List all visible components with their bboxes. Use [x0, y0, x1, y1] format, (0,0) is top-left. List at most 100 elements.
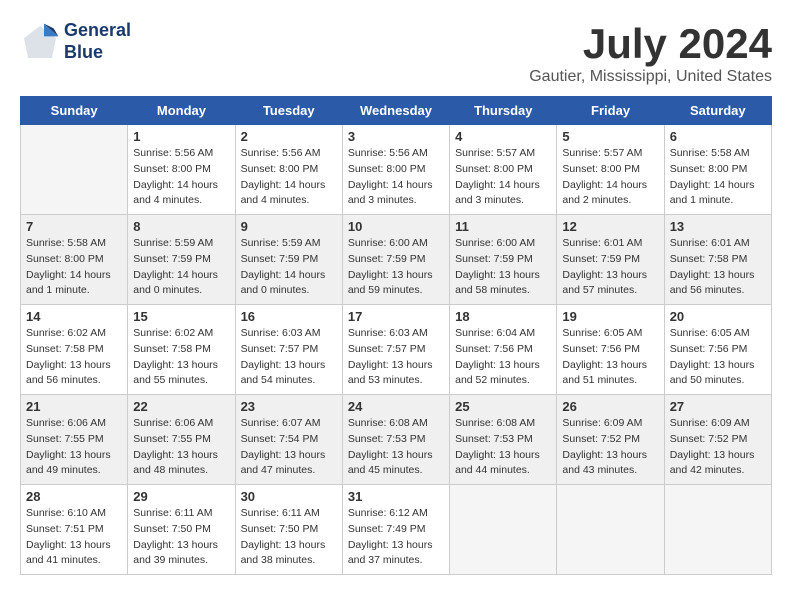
cell-content: Sunrise: 5:56 AMSunset: 8:00 PMDaylight:…	[133, 146, 229, 209]
cell-content: Sunrise: 6:05 AMSunset: 7:56 PMDaylight:…	[670, 326, 766, 389]
cell-content: Sunrise: 6:04 AMSunset: 7:56 PMDaylight:…	[455, 326, 551, 389]
day-number: 4	[455, 129, 551, 144]
cell-content: Sunrise: 6:00 AMSunset: 7:59 PMDaylight:…	[348, 236, 444, 299]
day-header-monday: Monday	[128, 97, 235, 125]
calendar-cell	[21, 125, 128, 215]
calendar-cell: 7 Sunrise: 5:58 AMSunset: 8:00 PMDaylight…	[21, 215, 128, 305]
day-header-tuesday: Tuesday	[235, 97, 342, 125]
calendar-cell	[664, 485, 771, 575]
calendar-cell: 1 Sunrise: 5:56 AMSunset: 8:00 PMDaylight…	[128, 125, 235, 215]
cell-content: Sunrise: 6:06 AMSunset: 7:55 PMDaylight:…	[26, 416, 122, 479]
cell-content: Sunrise: 6:11 AMSunset: 7:50 PMDaylight:…	[133, 506, 229, 569]
day-number: 20	[670, 309, 766, 324]
calendar-cell	[557, 485, 664, 575]
day-number: 3	[348, 129, 444, 144]
day-number: 26	[562, 399, 658, 414]
calendar-cell: 3 Sunrise: 5:56 AMSunset: 8:00 PMDaylight…	[342, 125, 449, 215]
calendar-cell	[450, 485, 557, 575]
day-number: 21	[26, 399, 122, 414]
calendar-cell: 5 Sunrise: 5:57 AMSunset: 8:00 PMDaylight…	[557, 125, 664, 215]
day-number: 31	[348, 489, 444, 504]
calendar-cell: 4 Sunrise: 5:57 AMSunset: 8:00 PMDaylight…	[450, 125, 557, 215]
calendar-cell: 10 Sunrise: 6:00 AMSunset: 7:59 PMDayligh…	[342, 215, 449, 305]
cell-content: Sunrise: 6:09 AMSunset: 7:52 PMDaylight:…	[562, 416, 658, 479]
day-number: 19	[562, 309, 658, 324]
cell-content: Sunrise: 6:11 AMSunset: 7:50 PMDaylight:…	[241, 506, 337, 569]
cell-content: Sunrise: 6:03 AMSunset: 7:57 PMDaylight:…	[241, 326, 337, 389]
day-number: 5	[562, 129, 658, 144]
cell-content: Sunrise: 6:12 AMSunset: 7:49 PMDaylight:…	[348, 506, 444, 569]
cell-content: Sunrise: 5:57 AMSunset: 8:00 PMDaylight:…	[455, 146, 551, 209]
cell-content: Sunrise: 6:07 AMSunset: 7:54 PMDaylight:…	[241, 416, 337, 479]
day-number: 23	[241, 399, 337, 414]
day-number: 24	[348, 399, 444, 414]
logo-line1: General	[64, 20, 131, 42]
calendar-cell: 14Sunrise: 6:02 AMSunset: 7:58 PMDayligh…	[21, 305, 128, 395]
calendar-cell: 26 Sunrise: 6:09 AMSunset: 7:52 PMDayligh…	[557, 395, 664, 485]
calendar-cell: 13 Sunrise: 6:01 AMSunset: 7:58 PMDayligh…	[664, 215, 771, 305]
day-number: 18	[455, 309, 551, 324]
calendar-cell: 31 Sunrise: 6:12 AMSunset: 7:49 PMDayligh…	[342, 485, 449, 575]
cell-content: Sunrise: 6:08 AMSunset: 7:53 PMDaylight:…	[455, 416, 551, 479]
cell-content: Sunrise: 6:08 AMSunset: 7:53 PMDaylight:…	[348, 416, 444, 479]
cell-content: Sunrise: 5:56 AMSunset: 8:00 PMDaylight:…	[241, 146, 337, 209]
cell-content: Sunrise: 5:59 AMSunset: 7:59 PMDaylight:…	[133, 236, 229, 299]
calendar-cell: 21 Sunrise: 6:06 AMSunset: 7:55 PMDayligh…	[21, 395, 128, 485]
calendar-cell: 28Sunrise: 6:10 AMSunset: 7:51 PMDayligh…	[21, 485, 128, 575]
calendar-cell: 19 Sunrise: 6:05 AMSunset: 7:56 PMDayligh…	[557, 305, 664, 395]
cell-content: Sunrise: 5:57 AMSunset: 8:00 PMDaylight:…	[562, 146, 658, 209]
calendar-cell: 29 Sunrise: 6:11 AMSunset: 7:50 PMDayligh…	[128, 485, 235, 575]
logo-icon	[20, 22, 60, 62]
cell-content: Sunrise: 5:56 AMSunset: 8:00 PMDaylight:…	[348, 146, 444, 209]
day-header-thursday: Thursday	[450, 97, 557, 125]
day-number: 29	[133, 489, 229, 504]
calendar-header: SundayMondayTuesdayWednesdayThursdayFrid…	[21, 97, 772, 125]
calendar-cell: 17Sunrise: 6:03 AMSunset: 7:57 PMDayligh…	[342, 305, 449, 395]
calendar-cell: 24 Sunrise: 6:08 AMSunset: 7:53 PMDayligh…	[342, 395, 449, 485]
day-header-wednesday: Wednesday	[342, 97, 449, 125]
day-header-sunday: Sunday	[21, 97, 128, 125]
cell-content: Sunrise: 6:06 AMSunset: 7:55 PMDaylight:…	[133, 416, 229, 479]
logo-line2: Blue	[64, 42, 131, 64]
calendar-cell: 25Sunrise: 6:08 AMSunset: 7:53 PMDayligh…	[450, 395, 557, 485]
day-number: 2	[241, 129, 337, 144]
day-header-friday: Friday	[557, 97, 664, 125]
day-number: 12	[562, 219, 658, 234]
calendar-cell: 8 Sunrise: 5:59 AMSunset: 7:59 PMDaylight…	[128, 215, 235, 305]
day-number: 11	[455, 219, 551, 234]
day-number: 15	[133, 309, 229, 324]
day-number: 22	[133, 399, 229, 414]
location: Gautier, Mississippi, United States	[529, 68, 772, 86]
day-number: 16	[241, 309, 337, 324]
cell-content: Sunrise: 5:59 AMSunset: 7:59 PMDaylight:…	[241, 236, 337, 299]
day-number: 7	[26, 219, 122, 234]
day-number: 13	[670, 219, 766, 234]
day-number: 27	[670, 399, 766, 414]
title-area: July 2024 Gautier, Mississippi, United S…	[529, 20, 772, 86]
calendar-cell: 15Sunrise: 6:02 AMSunset: 7:58 PMDayligh…	[128, 305, 235, 395]
day-number: 8	[133, 219, 229, 234]
calendar-cell: 23 Sunrise: 6:07 AMSunset: 7:54 PMDayligh…	[235, 395, 342, 485]
logo: General Blue	[20, 20, 131, 63]
day-number: 14	[26, 309, 122, 324]
month-title: July 2024	[529, 20, 772, 68]
calendar-cell: 16 Sunrise: 6:03 AMSunset: 7:57 PMDayligh…	[235, 305, 342, 395]
cell-content: Sunrise: 6:03 AMSunset: 7:57 PMDaylight:…	[348, 326, 444, 389]
cell-content: Sunrise: 6:05 AMSunset: 7:56 PMDaylight:…	[562, 326, 658, 389]
calendar-cell: 12 Sunrise: 6:01 AMSunset: 7:59 PMDayligh…	[557, 215, 664, 305]
cell-content: Sunrise: 6:00 AMSunset: 7:59 PMDaylight:…	[455, 236, 551, 299]
cell-content: Sunrise: 6:01 AMSunset: 7:58 PMDaylight:…	[670, 236, 766, 299]
calendar-cell: 6Sunrise: 5:58 AMSunset: 8:00 PMDaylight…	[664, 125, 771, 215]
cell-content: Sunrise: 5:58 AMSunset: 8:00 PMDaylight:…	[26, 236, 122, 299]
day-number: 10	[348, 219, 444, 234]
cell-content: Sunrise: 5:58 AMSunset: 8:00 PMDaylight:…	[670, 146, 766, 209]
cell-content: Sunrise: 6:09 AMSunset: 7:52 PMDaylight:…	[670, 416, 766, 479]
page-header: General Blue July 2024 Gautier, Mississi…	[20, 20, 772, 86]
calendar-table: SundayMondayTuesdayWednesdayThursdayFrid…	[20, 96, 772, 575]
calendar-cell: 30Sunrise: 6:11 AMSunset: 7:50 PMDayligh…	[235, 485, 342, 575]
calendar-cell: 22 Sunrise: 6:06 AMSunset: 7:55 PMDayligh…	[128, 395, 235, 485]
cell-content: Sunrise: 6:01 AMSunset: 7:59 PMDaylight:…	[562, 236, 658, 299]
calendar-cell: 2 Sunrise: 5:56 AMSunset: 8:00 PMDaylight…	[235, 125, 342, 215]
calendar-cell: 18 Sunrise: 6:04 AMSunset: 7:56 PMDayligh…	[450, 305, 557, 395]
day-number: 1	[133, 129, 229, 144]
